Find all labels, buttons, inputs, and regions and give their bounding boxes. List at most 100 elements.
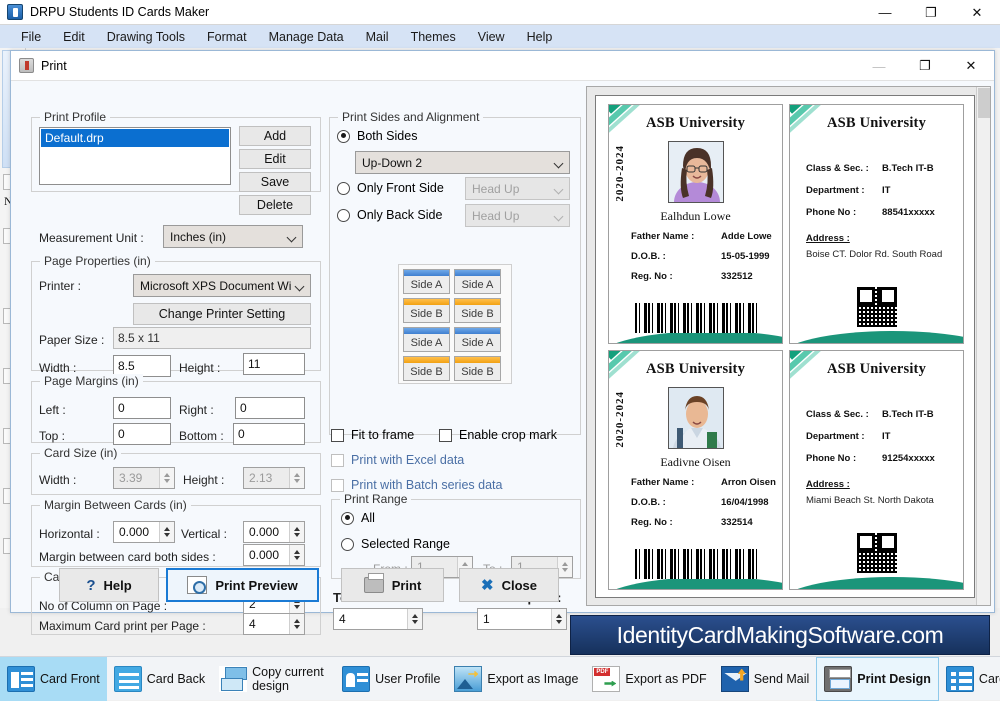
menu-mail[interactable]: Mail [355, 28, 400, 46]
measurement-unit-value: Inches (in) [170, 229, 227, 244]
toolbar-item-card-back[interactable]: Card Back [107, 657, 212, 701]
total-cards-value: 4 [339, 612, 346, 626]
toolbar-item-export-pdf[interactable]: Export as PDF [585, 657, 713, 701]
student-name: Eadivne Oisen [660, 455, 731, 469]
both-sides-mode-select[interactable]: Up-Down 2 [355, 151, 570, 174]
toolbar-item-card-batch-data[interactable]: Card Batch Data [939, 657, 1000, 701]
close-button[interactable]: ✖ Close [459, 568, 559, 602]
vertical-margin-stepper[interactable]: 0.000 [243, 521, 305, 543]
page-height-input[interactable]: 11 [243, 353, 305, 375]
app-title: DRPU Students ID Cards Maker [30, 5, 210, 19]
dialog-maximize-button[interactable]: ❐ [902, 51, 948, 81]
margin-top-input[interactable]: 0 [113, 423, 171, 445]
stepper-arrows-icon[interactable] [289, 468, 304, 488]
close-x-icon: ✖ [481, 577, 494, 594]
menu-format[interactable]: Format [196, 28, 258, 46]
id-card-front[interactable]: ASB University 2020-2024 [608, 104, 783, 344]
preview-scrollbar-thumb[interactable] [978, 88, 990, 118]
stepper-arrows-icon[interactable] [159, 522, 174, 542]
id-card-front[interactable]: ASB University 2020-2024 [608, 350, 783, 590]
menu-view[interactable]: View [467, 28, 516, 46]
stepper-arrows-icon[interactable] [407, 609, 422, 629]
brand-text: IdentityCardMakingSoftware.com [616, 621, 944, 648]
print-button[interactable]: Print [341, 568, 444, 602]
printer-label: Printer : [39, 279, 82, 293]
only-back-mode-select[interactable]: Head Up [465, 204, 570, 227]
menu-file[interactable]: File [10, 28, 52, 46]
toolbar-item-user-profile[interactable]: User Profile [335, 657, 447, 701]
matrix-cell: Side A [454, 269, 501, 294]
toolbar-item-export-image[interactable]: Export as Image [447, 657, 585, 701]
copy-design-icon [219, 665, 248, 692]
stepper-arrows-icon[interactable] [289, 614, 304, 634]
id-card-back[interactable]: ASB University Class & Sec. : B.Tech IT-… [789, 350, 964, 590]
id-card-back[interactable]: ASB University Class & Sec. : B.Tech IT-… [789, 104, 964, 344]
measurement-unit-select[interactable]: Inches (in) [163, 225, 303, 248]
app-maximize-button[interactable]: ❐ [908, 0, 954, 25]
only-front-mode-value: Head Up [472, 181, 520, 196]
toolbar-label: Send Mail [753, 671, 810, 686]
chevron-down-icon [286, 232, 297, 243]
menu-themes[interactable]: Themes [400, 28, 467, 46]
stepper-arrows-icon[interactable] [289, 522, 304, 542]
toolbar-item-print-design[interactable]: Print Design [816, 656, 939, 701]
margin-left-input[interactable]: 0 [113, 397, 171, 419]
checkbox-print-with-excel[interactable]: Print with Excel data [331, 453, 464, 467]
horizontal-margin-stepper[interactable]: 0.000 [113, 521, 175, 543]
radio-only-back-side[interactable]: Only Back Side [337, 208, 442, 222]
checkbox-enable-crop-mark[interactable]: Enable crop mark [439, 428, 557, 442]
margin-bottom-input[interactable]: 0 [233, 423, 305, 445]
matrix-cell-label: Side B [461, 307, 494, 320]
app-minimize-button[interactable]: — [862, 0, 908, 25]
profile-add-button[interactable]: Add [239, 126, 311, 146]
max-cards-label: Maximum Card print per Page : [39, 619, 206, 633]
page-properties-title: Page Properties (in) [40, 254, 155, 268]
card-width-stepper[interactable]: 3.39 [113, 467, 175, 489]
menu-help[interactable]: Help [516, 28, 564, 46]
menu-drawing-tools[interactable]: Drawing Tools [96, 28, 196, 46]
dialog-close-button[interactable]: ✕ [948, 51, 994, 81]
dialog-minimize-button[interactable]: — [856, 51, 902, 81]
change-printer-setting-button[interactable]: Change Printer Setting [133, 303, 311, 325]
profile-edit-button[interactable]: Edit [239, 149, 311, 169]
toolbar-item-send-mail[interactable]: Send Mail [714, 657, 817, 701]
checkbox-print-with-batch[interactable]: Print with Batch series data [331, 478, 502, 492]
help-button[interactable]: ? Help [59, 568, 159, 602]
dialog-body: Print Profile Default.drp Add Edit Save … [11, 81, 994, 635]
matrix-cell-label: Side A [410, 336, 443, 349]
print-profile-listbox[interactable]: Default.drp [39, 127, 231, 185]
menu-manage-data[interactable]: Manage Data [258, 28, 355, 46]
card-height-stepper[interactable]: 2.13 [243, 467, 305, 489]
app-close-button[interactable]: ✕ [954, 0, 1000, 25]
menu-edit[interactable]: Edit [52, 28, 96, 46]
fit-to-frame-label: Fit to frame [351, 428, 415, 442]
profile-save-button[interactable]: Save [239, 172, 311, 192]
toolbar-label: Export as PDF [625, 671, 707, 686]
margin-right-input[interactable]: 0 [235, 397, 305, 419]
radio-selected-range[interactable]: Selected Range [341, 537, 450, 551]
radio-both-sides[interactable]: Both Sides [337, 129, 417, 143]
only-front-mode-select[interactable]: Head Up [465, 177, 570, 200]
preview-scrollbar[interactable] [976, 87, 990, 605]
toolbar-item-card-front[interactable]: Card Front [0, 656, 107, 701]
radio-print-all[interactable]: All [341, 511, 375, 525]
radio-dot-icon [341, 537, 354, 551]
print-dialog: Print — ❐ ✕ Print Profile Default.drp Ad… [10, 50, 995, 635]
question-icon: ? [86, 576, 96, 594]
card-field-label: Father Name : [631, 477, 695, 488]
print-button-label: Print [391, 577, 422, 593]
radio-only-front-side[interactable]: Only Front Side [337, 181, 444, 195]
stepper-arrows-icon[interactable] [551, 609, 566, 629]
stepper-arrows-icon[interactable] [159, 468, 174, 488]
print-preview-button[interactable]: Print Preview [166, 568, 319, 602]
profile-delete-button[interactable]: Delete [239, 195, 311, 215]
toolbar-item-copy-design[interactable]: Copy current design [212, 657, 335, 701]
card-field-value: B.Tech IT-B [882, 409, 934, 420]
toolbar-label: Card Front [40, 671, 100, 686]
max-cards-value: 4 [249, 617, 256, 631]
checkbox-fit-to-frame[interactable]: Fit to frame [331, 428, 414, 442]
print-profile-item[interactable]: Default.drp [41, 129, 229, 147]
both-sides-mode-value: Up-Down 2 [362, 155, 423, 170]
max-cards-stepper[interactable]: 4 [243, 613, 305, 635]
printer-select[interactable]: Microsoft XPS Document Wi [133, 274, 311, 297]
